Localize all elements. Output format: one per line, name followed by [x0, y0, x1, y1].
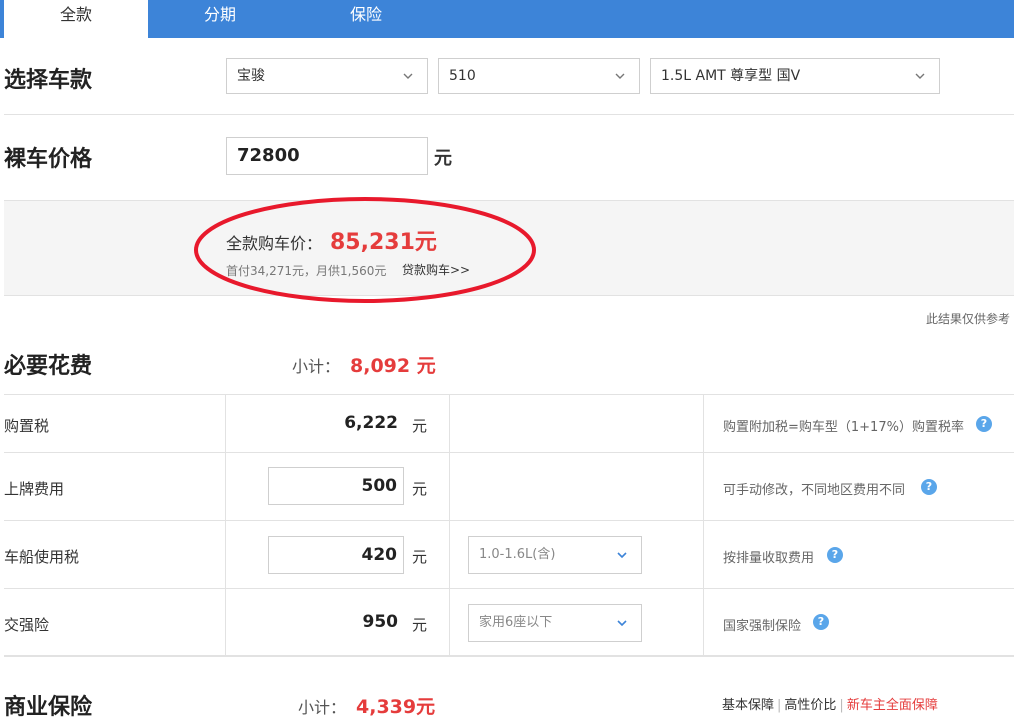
- highlight-circle: [194, 197, 536, 303]
- bare-price-input[interactable]: 72800: [226, 137, 428, 175]
- divider: [703, 394, 704, 656]
- divider: [4, 588, 1014, 589]
- vehicle-tax-unit: 元: [412, 548, 428, 566]
- divider: [4, 452, 1014, 453]
- plan-value-link[interactable]: 高性价比: [784, 698, 836, 713]
- bare-price-title: 裸车价格: [4, 147, 93, 172]
- plate-fee-input[interactable]: 500: [268, 467, 404, 505]
- chevron-down-icon: [403, 73, 413, 79]
- divider: [449, 394, 450, 656]
- compulsory-insurance-label: 交强险: [4, 616, 50, 634]
- purchase-tax-label: 购置税: [4, 417, 50, 435]
- trim-select-value: 1.5L AMT 尊享型 国V: [661, 68, 801, 84]
- vehicle-tax-desc: 按排量收取费用: [723, 551, 815, 566]
- commercial-insurance-title: 商业保险: [4, 695, 93, 720]
- compulsory-insurance-unit: 元: [412, 616, 428, 634]
- purchase-tax-value: 6,222: [344, 413, 398, 433]
- tab-full-payment[interactable]: 全款: [4, 0, 148, 38]
- model-select-value: 510: [449, 68, 476, 84]
- trim-select[interactable]: 1.5L AMT 尊享型 国V: [650, 58, 940, 94]
- plan-basic-link[interactable]: 基本保障: [722, 698, 774, 713]
- displacement-select[interactable]: 1.0-1.6L(含): [468, 536, 642, 574]
- plate-fee-label: 上牌费用: [4, 480, 65, 498]
- disclaimer-text: 此结果仅供参考: [925, 312, 1010, 326]
- commercial-subtotal-value: 4,339元: [356, 696, 436, 718]
- plate-fee-desc: 可手动修改，不同地区费用不同: [723, 483, 906, 498]
- vehicle-tax-input[interactable]: 420: [268, 536, 404, 574]
- help-icon[interactable]: ?: [976, 416, 992, 432]
- divider: [4, 655, 1014, 657]
- divider: [4, 394, 1014, 395]
- chevron-down-icon: [617, 552, 627, 559]
- divider: [4, 114, 1014, 115]
- separator: |: [777, 698, 782, 713]
- help-icon[interactable]: ?: [827, 547, 843, 563]
- necessary-subtotal-value: 8,092 元: [350, 355, 436, 377]
- plan-full-link[interactable]: 新车主全面保障: [847, 698, 938, 713]
- chevron-down-icon: [615, 73, 625, 79]
- tab-installment[interactable]: 分期: [150, 0, 290, 38]
- compulsory-insurance-desc: 国家强制保险: [723, 619, 802, 634]
- necessary-subtotal-label: 小计：: [292, 357, 341, 376]
- seat-type-select[interactable]: 家用6座以下: [468, 604, 642, 642]
- necessary-costs-title: 必要花费: [4, 354, 93, 379]
- divider: [225, 394, 226, 656]
- seat-type-select-value: 家用6座以下: [479, 615, 553, 630]
- chevron-down-icon: [617, 620, 627, 627]
- help-icon[interactable]: ?: [921, 479, 937, 495]
- brand-select-value: 宝骏: [237, 68, 265, 84]
- select-car-title: 选择车款: [4, 68, 93, 93]
- help-icon[interactable]: ?: [813, 614, 829, 630]
- displacement-select-value: 1.0-1.6L(含): [479, 547, 556, 562]
- compulsory-insurance-value: 950: [362, 612, 399, 632]
- purchase-tax-desc: 购置附加税=购车型（1+17%）购置税率: [723, 420, 964, 435]
- commercial-subtotal-label: 小计：: [298, 698, 347, 717]
- vehicle-tax-label: 车船使用税: [4, 548, 80, 566]
- divider: [4, 520, 1014, 521]
- chevron-down-icon: [915, 73, 925, 79]
- tab-insurance[interactable]: 保险: [296, 0, 436, 38]
- insurance-plan-links: 基本保障 | 高性价比 | 新车主全面保障: [722, 694, 938, 713]
- bare-price-unit: 元: [434, 148, 452, 169]
- purchase-tax-unit: 元: [412, 417, 428, 435]
- separator: |: [839, 698, 844, 713]
- brand-select[interactable]: 宝骏: [226, 58, 428, 94]
- model-select[interactable]: 510: [438, 58, 640, 94]
- plate-fee-unit: 元: [412, 480, 428, 498]
